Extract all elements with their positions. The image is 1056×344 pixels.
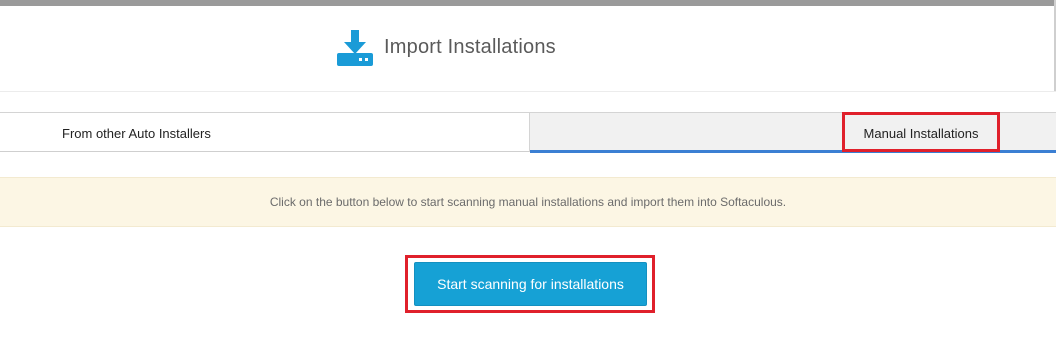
info-notice: Click on the button below to start scann… (0, 177, 1056, 227)
tab-label-highlighted: Manual Installations (842, 112, 1000, 152)
tab-bar: From other Auto Installers Manual Instal… (0, 112, 1056, 153)
tab-manual-installations[interactable]: Manual Installations (530, 112, 1056, 153)
page-header: Import Installations (0, 6, 1056, 92)
tab-label: From other Auto Installers (62, 126, 211, 141)
tab-other-auto-installers[interactable]: From other Auto Installers (0, 112, 530, 152)
page-title: Import Installations (384, 36, 556, 58)
notice-text: Click on the button below to start scann… (269, 195, 787, 209)
start-scanning-button[interactable]: Start scanning for installations (414, 262, 647, 306)
import-installations-page: Import Installations From other Auto Ins… (0, 0, 1056, 344)
download-tray-icon (335, 28, 375, 68)
